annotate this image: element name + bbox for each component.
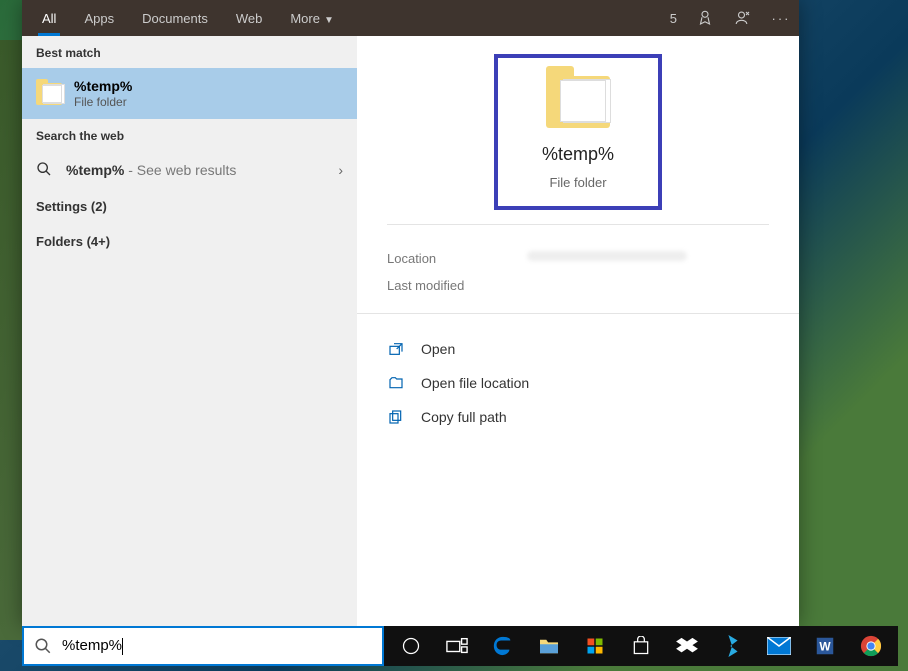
edge-icon[interactable] [482, 626, 524, 666]
word-icon[interactable]: W [804, 626, 846, 666]
meta-location-value [527, 251, 687, 261]
svg-text:W: W [819, 640, 831, 654]
task-view-button[interactable] [436, 626, 478, 666]
action-open-location[interactable]: Open file location [387, 366, 769, 400]
search-tabs: All Apps Documents Web More▼ [30, 3, 346, 34]
category-settings[interactable]: Settings (2) [22, 189, 357, 224]
app-icon-blue[interactable] [712, 626, 754, 666]
folder-icon [36, 83, 62, 105]
open-icon [387, 340, 405, 358]
tab-web[interactable]: Web [224, 3, 275, 34]
action-copy-path[interactable]: Copy full path [387, 400, 769, 434]
group-search-web: Search the web [22, 119, 357, 151]
file-explorer-icon[interactable] [528, 626, 570, 666]
folder-open-icon [387, 374, 405, 392]
meta-location: Location [387, 245, 769, 272]
tab-more[interactable]: More▼ [278, 3, 346, 34]
rewards-points: 5 [670, 11, 677, 26]
feedback-icon[interactable] [733, 8, 753, 28]
tab-apps[interactable]: Apps [72, 3, 126, 34]
search-panel: All Apps Documents Web More▼ 5 ··· Best … [22, 0, 799, 626]
preview-column: %temp% File folder Location Last modifie… [357, 36, 799, 626]
preview-subtitle: File folder [549, 175, 606, 190]
desktop-icons-strip [0, 40, 22, 640]
mail-icon[interactable] [758, 626, 800, 666]
results-column: Best match %temp% File folder Search the… [22, 36, 357, 626]
category-folders[interactable]: Folders (4+) [22, 224, 357, 259]
tab-all[interactable]: All [30, 3, 68, 34]
meta-last-modified: Last modified [387, 272, 769, 299]
copy-icon [387, 408, 405, 426]
folder-icon-large [546, 76, 610, 128]
preview-highlight: %temp% File folder [494, 54, 662, 210]
search-header: All Apps Documents Web More▼ 5 ··· [22, 0, 799, 36]
preview-title: %temp% [542, 144, 614, 165]
store-bag-icon[interactable] [620, 626, 662, 666]
search-box[interactable]: %temp% [22, 626, 384, 666]
result-title: %temp% [74, 78, 132, 94]
search-input-text[interactable]: %temp% [62, 637, 122, 654]
chevron-right-icon: › [338, 162, 343, 178]
search-icon [36, 161, 54, 179]
cortana-button[interactable] [390, 626, 432, 666]
tab-documents[interactable]: Documents [130, 3, 220, 34]
action-open[interactable]: Open [387, 332, 769, 366]
group-best-match: Best match [22, 36, 357, 68]
chrome-icon[interactable] [850, 626, 892, 666]
best-match-result[interactable]: %temp% File folder [22, 68, 357, 119]
web-result[interactable]: %temp% - See web results › [22, 151, 357, 189]
search-icon [34, 637, 52, 655]
dropbox-icon[interactable] [666, 626, 708, 666]
result-subtitle: File folder [74, 95, 132, 109]
taskbar: W [384, 626, 898, 666]
rewards-badge-icon[interactable] [695, 8, 715, 28]
options-icon[interactable]: ··· [771, 8, 791, 28]
ms-store-icon[interactable] [574, 626, 616, 666]
